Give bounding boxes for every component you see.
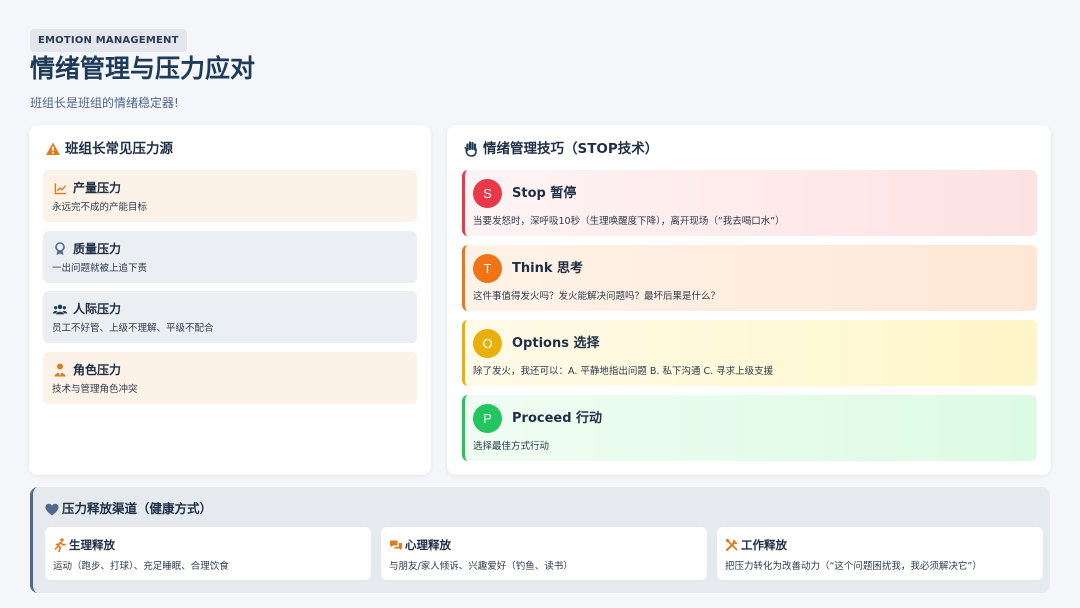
stop-step-s: S Stop 暂停 当要发怒时，深呼吸10秒（生理唤醒度下降），离开现场（“我去… <box>462 170 1037 236</box>
release-item: 工作释放 把压力转化为改善动力（“这个问题困扰我，我必须解决它”） <box>717 527 1043 580</box>
warning-icon <box>45 141 61 157</box>
step-title: Proceed 行动 <box>512 410 603 426</box>
pressure-item: 角色压力 技术与管理角色冲突 <box>43 352 417 404</box>
pressure-item-desc: 技术与管理角色冲突 <box>52 384 138 395</box>
pressure-item-label: 角色压力 <box>73 363 122 377</box>
release-item-label: 生理释放 <box>69 538 115 552</box>
heart-icon <box>45 503 59 516</box>
release-item-desc: 与朋友/家人倾诉、兴趣爱好（钓鱼、读书） <box>389 561 573 572</box>
release-item-desc: 把压力转化为改善动力（“这个问题困扰我，我必须解决它”） <box>725 561 982 572</box>
stop-step-o: O Options 选择 除了发火，我还可以：A. 平静地指出问题 B. 私下沟… <box>462 320 1037 386</box>
step-desc: 选择最佳方式行动 <box>473 441 550 452</box>
pressure-item-desc: 员工不好管、上级不理解、平级不配合 <box>52 323 214 334</box>
pressure-item-label: 人际压力 <box>73 302 122 316</box>
user-tie-icon <box>53 363 67 377</box>
release-item-label: 工作释放 <box>741 538 787 552</box>
release-channels-title: 压力释放渠道（健康方式） <box>62 501 213 516</box>
release-item: 生理释放 运动（跑步、打球）、充足睡眠、合理饮食 <box>45 527 371 580</box>
pressure-item: 产量压力 永远完不成的产能目标 <box>43 170 417 222</box>
running-icon <box>53 538 67 552</box>
step-title: Think 思考 <box>512 260 584 276</box>
step-title: Stop 暂停 <box>512 185 577 201</box>
stop-technique-card: 情绪管理技巧（STOP技术） S Stop 暂停 当要发怒时，深呼吸10秒（生理… <box>447 125 1051 475</box>
users-icon <box>53 302 67 316</box>
pressure-item-label: 产量压力 <box>73 181 122 195</box>
pressure-item-desc: 永远完不成的产能目标 <box>52 202 148 213</box>
stop-step-p: P Proceed 行动 选择最佳方式行动 <box>462 395 1037 461</box>
pressure-sources-card: 班组长常见压力源 产量压力 永远完不成的产能目标 质量压力 一出问题就被上追下责… <box>29 125 431 475</box>
section-tag: EMOTION MANAGEMENT <box>30 29 187 52</box>
step-letter-badge: T <box>473 254 502 283</box>
release-item: 心理释放 与朋友/家人倾诉、兴趣爱好（钓鱼、读书） <box>381 527 707 580</box>
release-channels-panel: 压力释放渠道（健康方式） 生理释放 运动（跑步、打球）、充足睡眠、合理饮食 心理… <box>30 487 1050 593</box>
step-letter-badge: O <box>473 329 502 358</box>
page-title: 情绪管理与压力应对 <box>30 54 256 83</box>
step-desc: 当要发怒时，深呼吸10秒（生理唤醒度下降），离开现场（“我去喝口水”） <box>473 216 785 227</box>
pressure-item-desc: 一出问题就被上追下责 <box>52 263 148 274</box>
step-desc: 除了发火，我还可以：A. 平静地指出问题 B. 私下沟通 C. 寻求上级支援 <box>473 366 774 377</box>
page-subtitle: 班组长是班组的情绪稳定器! <box>30 96 179 110</box>
pressure-sources-title: 班组长常见压力源 <box>65 141 173 157</box>
pressure-sources-heading: 班组长常见压力源 <box>45 139 173 159</box>
release-item-desc: 运动（跑步、打球）、充足睡眠、合理饮食 <box>53 561 229 572</box>
release-item-label: 心理释放 <box>405 538 451 552</box>
award-icon <box>53 242 67 256</box>
step-letter-badge: P <box>473 404 502 433</box>
tools-icon <box>725 538 739 552</box>
stop-step-t: T Think 思考 这件事值得发火吗？发火能解决问题吗？最坏后果是什么？ <box>462 245 1037 311</box>
pressure-item: 人际压力 员工不好管、上级不理解、平级不配合 <box>43 291 417 343</box>
release-channels-heading: 压力释放渠道（健康方式） <box>45 500 212 518</box>
hand-icon <box>463 141 479 157</box>
pressure-item-label: 质量压力 <box>73 242 122 256</box>
stop-technique-heading: 情绪管理技巧（STOP技术） <box>463 139 658 159</box>
step-title: Options 选择 <box>512 335 600 351</box>
step-desc: 这件事值得发火吗？发火能解决问题吗？最坏后果是什么？ <box>473 291 721 302</box>
chat-icon <box>389 538 403 552</box>
step-letter-badge: S <box>473 179 502 208</box>
stop-technique-title: 情绪管理技巧（STOP技术） <box>483 141 659 157</box>
pressure-item: 质量压力 一出问题就被上追下责 <box>43 231 417 283</box>
chart-line-icon <box>53 181 67 195</box>
